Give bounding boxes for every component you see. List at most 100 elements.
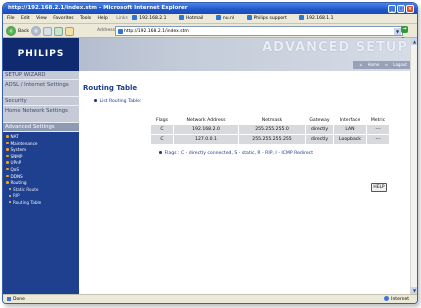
flags-legend: Flags : C - directly connected, S - stat… xyxy=(159,151,313,156)
sidebar-item-adsl-internet[interactable]: ADSL / Internet Settings xyxy=(3,80,79,97)
sidebar-item-setup-wizard[interactable]: SETUP WIZARD xyxy=(3,71,79,80)
table-cell: directly xyxy=(306,135,333,144)
bullet-icon xyxy=(6,135,9,138)
table-cell: C xyxy=(151,125,173,134)
sidebar-item-advanced-settings[interactable]: Advanced Settings xyxy=(3,123,79,132)
window-title: http://192.168.2.1/index.stm - Microsoft… xyxy=(8,5,188,11)
vertical-scrollbar[interactable]: ▲ ▼ xyxy=(410,38,417,294)
table-cell: Loopback xyxy=(334,135,366,144)
logout-link[interactable]: ⇦ Logout xyxy=(385,62,407,67)
menu-tools[interactable]: Tools xyxy=(80,16,91,21)
bullet-icon xyxy=(6,167,9,171)
toolbar: ‹ Back › Address http://192.168.2.1/inde… xyxy=(3,24,417,43)
table-header-row: Flags Network Address Netmask Gateway In… xyxy=(151,116,389,124)
bullet-icon xyxy=(6,141,9,145)
bullet-icon xyxy=(9,194,11,197)
sidebar: SETUP WIZARD ADSL / Internet Settings Se… xyxy=(3,71,79,294)
sidebar-item-snmp[interactable]: SNMP xyxy=(3,154,79,161)
browser-window: http://192.168.2.1/index.stm - Microsoft… xyxy=(2,2,418,304)
menu-file[interactable]: File xyxy=(7,16,15,21)
go-button[interactable]: → Go xyxy=(401,26,415,43)
table-row: C 127.0.0.1 255.255.255.255 directly Loo… xyxy=(151,135,389,144)
list-routing-table-label: List Routing Table: xyxy=(94,99,142,104)
home-link[interactable]: ⌂ Home xyxy=(360,62,380,67)
page-header: PHILIPS ADVANCED SETUP ⌂ Home ⇦ Logout xyxy=(3,38,412,71)
column-header: Interface xyxy=(334,116,366,124)
main-content: Routing Table List Routing Table: Flags … xyxy=(79,71,412,294)
sidebar-item-routing-table[interactable]: Routing Table xyxy=(3,200,79,207)
menu-edit[interactable]: Edit xyxy=(21,16,30,21)
column-header: Network Address xyxy=(174,116,238,124)
home-icon[interactable] xyxy=(64,26,74,36)
page-icon xyxy=(299,15,305,20)
bullet-icon xyxy=(159,151,162,154)
link-192-168-1-1[interactable]: 192.168.1.1 xyxy=(299,14,338,23)
menu-favorites[interactable]: Favorites xyxy=(53,16,73,21)
page-icon xyxy=(117,28,123,34)
close-button[interactable]: × xyxy=(406,4,414,13)
sidebar-item-upnp[interactable]: UPnP xyxy=(3,160,79,167)
bullet-icon xyxy=(6,148,9,151)
column-header: Netmask xyxy=(239,116,305,124)
link-192-168-2-1[interactable]: 192.168.2.1 xyxy=(132,14,171,23)
status-bar: Done Internet xyxy=(3,294,417,303)
table-cell: 255.255.255.255 xyxy=(239,135,305,144)
sidebar-item-maintenance[interactable]: Maintenance xyxy=(3,141,79,148)
sidebar-item-home-network[interactable]: Home Network Settings xyxy=(3,106,79,123)
page-icon xyxy=(246,15,252,20)
menu-view[interactable]: View xyxy=(36,16,47,21)
table-row: C 192.168.2.0 255.255.255.0 directly LAN… xyxy=(151,125,389,134)
nav-buttons: ‹ Back › xyxy=(6,26,74,36)
header-links: ⌂ Home ⇦ Logout xyxy=(352,61,410,69)
sidebar-item-system[interactable]: System xyxy=(3,147,79,154)
scroll-up-icon[interactable]: ▲ xyxy=(411,38,417,45)
sidebar-item-ddns[interactable]: DDNS xyxy=(3,174,79,181)
column-header: Gateway xyxy=(306,116,333,124)
sidebar-item-rip[interactable]: RIP xyxy=(3,193,79,200)
table-cell: --- xyxy=(367,135,389,144)
zone-indicator: Internet xyxy=(384,295,409,303)
back-arrow-icon[interactable]: ‹ xyxy=(6,26,16,36)
table-cell: directly xyxy=(306,125,333,134)
page-viewport: PHILIPS ADVANCED SETUP ⌂ Home ⇦ Logout S… xyxy=(3,38,417,294)
table-cell: 127.0.0.1 xyxy=(174,135,238,144)
page-icon xyxy=(7,296,11,301)
advanced-submenu: NAT Maintenance System SNMP UPnP QoS DDN… xyxy=(3,132,79,294)
menu-bar: File Edit View Favorites Tools Help Link… xyxy=(3,14,417,24)
bullet-icon xyxy=(6,174,9,178)
refresh-icon[interactable] xyxy=(53,26,63,36)
chevron-down-icon[interactable]: ▼ xyxy=(394,27,401,35)
sidebar-item-static-route[interactable]: Static Route xyxy=(3,187,79,194)
minimize-button[interactable]: _ xyxy=(388,4,396,13)
stop-icon[interactable] xyxy=(42,26,52,36)
link-nu-nl[interactable]: nu.nl xyxy=(215,14,239,23)
link-philips-support[interactable]: Philips support xyxy=(246,14,292,23)
address-input[interactable]: http://192.168.2.1/index.stm ▼ xyxy=(115,26,403,36)
menu-help[interactable]: Help xyxy=(98,16,108,21)
table-cell: 192.168.2.0 xyxy=(174,125,238,134)
page-icon xyxy=(132,15,138,20)
scroll-down-icon[interactable]: ▼ xyxy=(411,287,417,294)
link-hotmail[interactable]: Hotmail xyxy=(178,14,209,23)
sidebar-item-qos[interactable]: QoS xyxy=(3,167,79,174)
table-cell: 255.255.255.0 xyxy=(239,125,305,134)
page-icon xyxy=(215,15,221,20)
window-controls: _ □ × xyxy=(388,4,414,13)
sidebar-item-nat[interactable]: NAT xyxy=(3,134,79,141)
sidebar-item-routing[interactable]: Routing xyxy=(3,180,79,187)
bullet-icon xyxy=(94,99,97,102)
links-label: Links xyxy=(116,16,128,21)
back-label[interactable]: Back xyxy=(18,29,29,34)
column-header: Flags xyxy=(151,116,173,124)
sidebar-item-security[interactable]: Security xyxy=(3,97,79,106)
bullet-icon xyxy=(6,181,9,184)
table-cell: --- xyxy=(367,125,389,134)
table-cell: C xyxy=(151,135,173,144)
address-value: http://192.168.2.1/index.stm xyxy=(124,29,189,34)
help-button[interactable]: HELP xyxy=(371,183,387,192)
maximize-button[interactable]: □ xyxy=(397,4,405,13)
forward-arrow-icon[interactable]: › xyxy=(30,26,41,36)
routing-table: Flags Network Address Netmask Gateway In… xyxy=(150,115,390,145)
go-arrow-icon: → xyxy=(401,26,408,33)
page-title: Routing Table xyxy=(83,84,138,92)
